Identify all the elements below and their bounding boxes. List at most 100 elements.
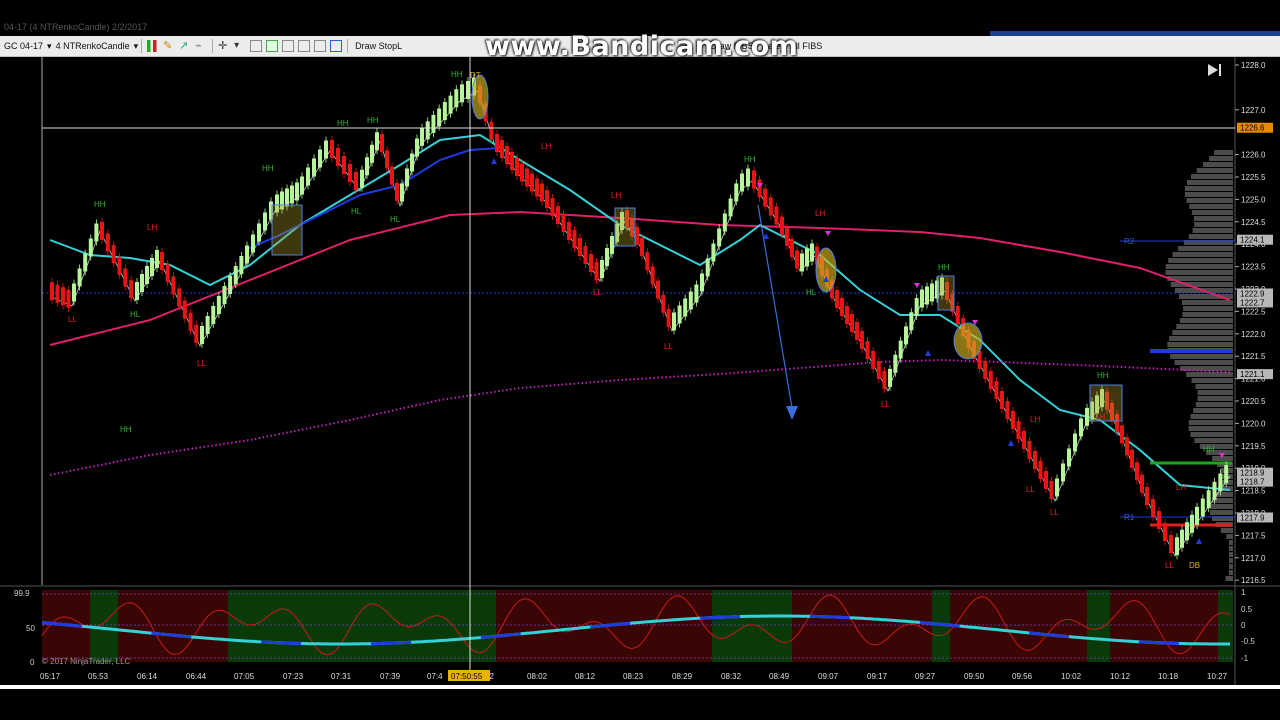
volume-profile-bar [1186, 180, 1233, 185]
volume-profile-bar [1170, 354, 1233, 359]
volume-profile-bar [1195, 384, 1233, 389]
time-tick-label: 07:39 [380, 672, 401, 681]
renko-brick-up [312, 158, 316, 177]
renko-brick-down [650, 266, 655, 285]
renko-brick-down [489, 121, 494, 140]
volume-profile-bar [1180, 366, 1233, 371]
renko-brick-up [694, 284, 699, 303]
renko-brick-down [1120, 425, 1124, 444]
volume-profile-bar [1209, 510, 1233, 515]
volume-profile-bar [1229, 540, 1233, 545]
renko-brick-down [194, 324, 199, 343]
renko-brick-up [222, 286, 227, 304]
renko-brick-up [1067, 448, 1071, 467]
renko-brick-up [688, 291, 693, 310]
renko-brick-up [722, 213, 727, 232]
renko-brick-up [442, 102, 447, 121]
renko-brick-up [898, 340, 903, 359]
renko-brick-down [1151, 499, 1155, 517]
scroll-right-icon-bar [1219, 64, 1221, 76]
renko-brick-up [94, 223, 99, 242]
renko-brick-down [540, 183, 544, 202]
renko-brick-up [239, 256, 244, 274]
renko-brick-down [515, 158, 519, 176]
renko-brick-down [661, 294, 666, 313]
renko-brick-up [805, 248, 809, 267]
renko-brick-down [845, 306, 849, 324]
renko-brick-up [1206, 490, 1211, 509]
renko-brick-down [129, 280, 134, 299]
renko-brick-down [61, 287, 65, 306]
renko-brick-down [1145, 487, 1149, 505]
renko-brick-down [1130, 449, 1134, 468]
swing-label: LL [1026, 485, 1035, 494]
renko-brick-down [1005, 401, 1010, 419]
price-tick-label: 1217.0 [1241, 554, 1266, 563]
volume-profile-bar [1191, 174, 1233, 179]
renko-brick-down [1157, 511, 1161, 529]
volume-profile-bar [1182, 312, 1233, 317]
renko-brick-down [354, 172, 358, 190]
renko-brick-down [171, 276, 176, 295]
renko-brick-down [100, 221, 104, 240]
renko-brick-down [774, 206, 779, 225]
renko-brick-up [375, 132, 379, 151]
volume-profile-bar [1210, 504, 1233, 509]
renko-brick-down [835, 290, 839, 308]
renko-brick-down [1022, 431, 1026, 449]
renko-brick-up [405, 168, 409, 187]
time-tick-label: 08:12 [575, 672, 596, 681]
volume-profile-bar [1183, 306, 1233, 311]
renko-brick-down [50, 282, 54, 301]
renko-brick-up [1190, 514, 1194, 533]
renko-brick-up [245, 245, 249, 264]
volume-profile-bar [1225, 576, 1233, 581]
osc-right-tick: 0.5 [1241, 605, 1253, 614]
renko-brick-up [448, 95, 453, 114]
renko-brick-up [610, 236, 614, 254]
renko-brick-down [380, 134, 384, 153]
renko-brick-down [545, 190, 549, 208]
renko-brick-up [233, 266, 238, 284]
renko-brick-up [135, 282, 139, 300]
renko-brick-up [800, 253, 804, 272]
renko-brick-down [525, 168, 529, 187]
renko-brick-up [925, 286, 929, 305]
swing-label: LH [815, 209, 825, 218]
renko-brick-down [395, 182, 399, 201]
oscillator-band [792, 590, 932, 662]
time-tick-label: 07:05 [234, 672, 255, 681]
osc-right-tick: 0 [1241, 621, 1246, 630]
renko-brick-down [556, 206, 560, 224]
swing-label: LH [1030, 415, 1040, 424]
volume-profile-bar [1193, 216, 1233, 221]
renko-brick-up [77, 268, 82, 287]
renko-brick-down [505, 146, 509, 164]
renko-brick-down [850, 314, 854, 332]
price-marker-label: 1222.7 [1240, 298, 1265, 307]
renko-brick-down [561, 214, 566, 232]
renko-brick-up [717, 228, 722, 247]
price-tick-label: 1216.5 [1241, 576, 1266, 585]
pattern-ellipse [471, 74, 489, 120]
renko-brick-down [165, 264, 170, 283]
renko-brick-down [188, 312, 193, 331]
renko-brick-up [420, 127, 424, 146]
price-chart[interactable]: HH HH HH HH HH HH HH HH HH HH LH LH LH LH LH LH LH LL LL LL… [0, 0, 1280, 720]
swing-label: HH [120, 425, 132, 434]
renko-brick-down [752, 170, 756, 189]
volume-profile-bar [1192, 228, 1233, 233]
renko-brick-down [1016, 421, 1021, 439]
osc-left-top: 99.9 [14, 589, 30, 598]
price-tick-label: 1220.5 [1241, 397, 1266, 406]
volume-profile-bar [1190, 414, 1233, 419]
renko-brick-up [1079, 418, 1083, 437]
time-tick-label: 05:17 [40, 672, 61, 681]
volume-profile-bar [1196, 168, 1233, 173]
price-tick-label: 1222.5 [1241, 307, 1266, 316]
renko-brick-up [83, 253, 88, 272]
status-strip [0, 685, 1280, 720]
renko-brick-up [460, 84, 464, 103]
swing-label: LL [1050, 508, 1059, 517]
renko-brick-up [930, 283, 934, 302]
